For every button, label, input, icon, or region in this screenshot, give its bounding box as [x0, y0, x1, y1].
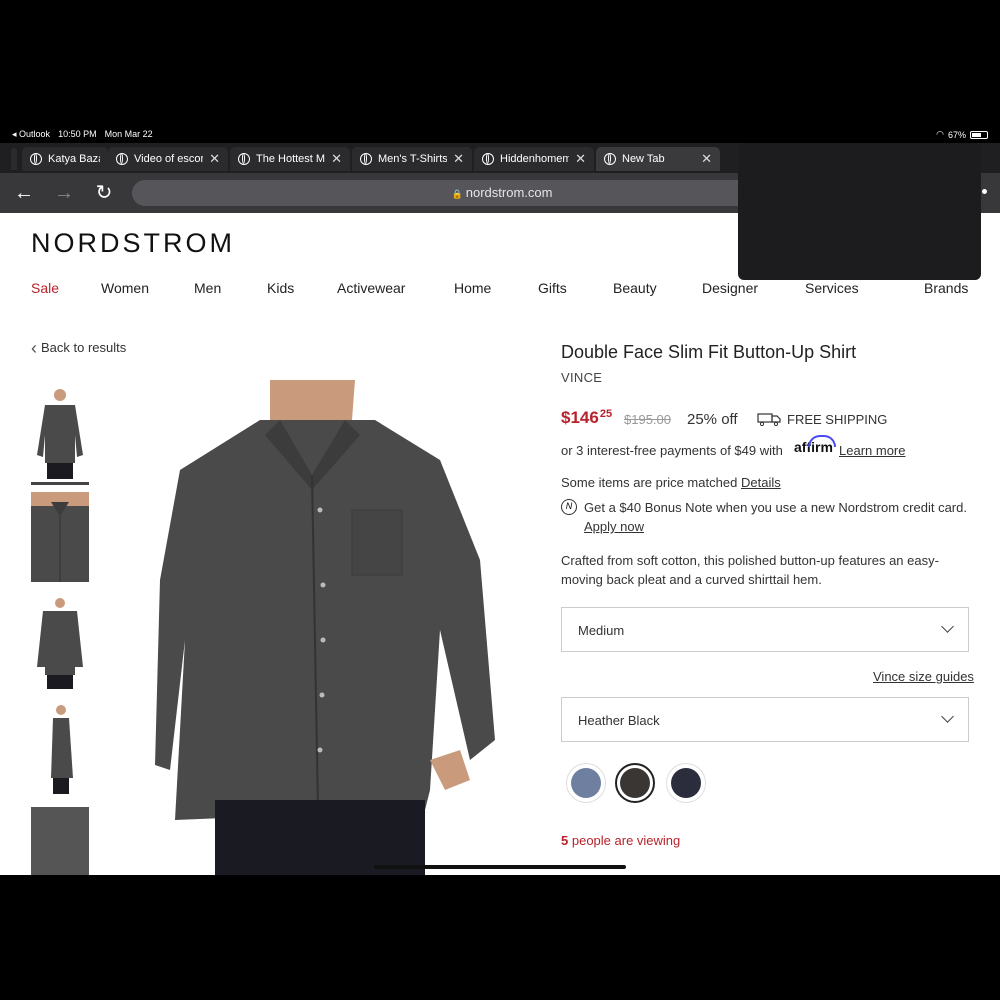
- status-bar: ◂ Outlook 10:50 PM Mon Mar 22 ◠ 67%: [0, 125, 1000, 143]
- site-nav: Sale Women Men Kids Activewear Home Gift…: [0, 280, 1000, 300]
- shirt-image: [51, 705, 73, 794]
- product-title: Double Face Slim Fit Button-Up Shirt: [561, 342, 857, 362]
- product-thumbnail[interactable]: [31, 595, 89, 690]
- more-menu-icon[interactable]: [982, 189, 987, 194]
- dark-overlay-panel: [738, 143, 981, 280]
- close-tab-icon[interactable]: ✕: [331, 151, 342, 167]
- shirt-image: [140, 380, 510, 875]
- status-time: 10:50 PM: [58, 129, 97, 139]
- globe-icon: [482, 153, 494, 165]
- globe-icon: [238, 153, 250, 165]
- apply-now-link[interactable]: Apply now: [584, 519, 644, 534]
- nav-brands[interactable]: Brands: [924, 280, 968, 296]
- lock-icon: 🔒: [451, 189, 463, 199]
- product-thumbnail[interactable]: [31, 807, 89, 875]
- discount-badge: 25% off: [687, 411, 738, 428]
- nav-women[interactable]: Women: [101, 280, 149, 296]
- product-brand[interactable]: VINCE: [561, 370, 602, 385]
- nav-men[interactable]: Men: [194, 280, 221, 296]
- close-tab-icon[interactable]: ✕: [453, 151, 464, 167]
- browser-tab[interactable]: Hiddenhomem ✕: [474, 147, 594, 171]
- globe-icon: [360, 153, 372, 165]
- bonus-note-text: Get a $40 Bonus Note when you use a new …: [584, 500, 967, 515]
- back-arrow-icon[interactable]: ←: [12, 181, 36, 205]
- tab-edge: [11, 148, 17, 170]
- product-thumbnail[interactable]: [31, 385, 89, 480]
- globe-icon: [604, 153, 616, 165]
- browser-tab-active[interactable]: New Tab ✕: [596, 147, 720, 171]
- reload-icon[interactable]: ↻: [92, 181, 116, 205]
- site-logo[interactable]: NORDSTROM: [31, 228, 235, 259]
- size-guide-link[interactable]: Vince size guides: [873, 669, 974, 684]
- affirm-logo: affirm: [794, 435, 836, 455]
- free-shipping-label: FREE SHIPPING: [787, 412, 888, 427]
- truck-icon: [757, 413, 781, 426]
- battery-icon: [970, 130, 988, 139]
- nav-designer[interactable]: Designer: [702, 280, 758, 296]
- details-link[interactable]: Details: [741, 475, 781, 490]
- globe-icon: [30, 153, 42, 165]
- color-swatch-heather-black[interactable]: [615, 763, 655, 803]
- product-thumbnail[interactable]: [31, 492, 89, 582]
- battery-percent: 67%: [947, 129, 966, 140]
- learn-more-link[interactable]: Learn more: [839, 443, 905, 458]
- chevron-down-icon: [941, 710, 954, 723]
- nav-activewear[interactable]: Activewear: [337, 280, 405, 296]
- viewers-notice: 5 people are viewing: [561, 833, 681, 848]
- chevron-left-icon: ‹: [31, 338, 37, 358]
- color-select[interactable]: Heather Black: [561, 697, 969, 742]
- back-to-app-link[interactable]: ◂ Outlook: [12, 129, 50, 140]
- nav-sale[interactable]: Sale: [31, 280, 59, 296]
- shirt-image: [37, 389, 83, 479]
- home-indicator[interactable]: [374, 865, 626, 869]
- product-thumbnail[interactable]: [31, 702, 89, 794]
- status-date: Mon Mar 22: [104, 129, 153, 139]
- size-select[interactable]: Medium: [561, 607, 969, 652]
- chevron-down-icon: [941, 620, 954, 633]
- product-main-image[interactable]: [140, 380, 510, 875]
- browser-tab[interactable]: The Hottest Me ✕: [230, 147, 350, 171]
- globe-icon: [116, 153, 128, 165]
- price-match-text: Some items are price matched: [561, 475, 738, 490]
- shirt-image: [37, 598, 83, 689]
- browser-tab[interactable]: Katya Baza: [22, 147, 108, 171]
- color-swatch-navy[interactable]: [666, 763, 706, 803]
- nav-beauty[interactable]: Beauty: [613, 280, 657, 296]
- nav-gifts[interactable]: Gifts: [538, 280, 567, 296]
- sale-price: $14625: [561, 408, 613, 427]
- thumbnail-selected-indicator: [31, 482, 89, 485]
- shirt-image: [31, 492, 89, 582]
- close-tab-icon[interactable]: ✕: [701, 151, 712, 167]
- product-description: Crafted from soft cotton, this polished …: [561, 553, 939, 587]
- close-tab-icon[interactable]: ✕: [209, 151, 220, 167]
- original-price: $195.00: [624, 412, 671, 427]
- browser-tab[interactable]: Video of escort ✕: [108, 147, 228, 171]
- forward-arrow-icon[interactable]: →: [52, 181, 76, 205]
- nav-services[interactable]: Services: [805, 280, 859, 296]
- nordstrom-note-icon: N: [561, 499, 577, 515]
- back-to-results-link[interactable]: ‹ Back to results: [31, 338, 126, 359]
- browser-tab[interactable]: Men's T-Shirts ✕: [352, 147, 472, 171]
- close-tab-icon[interactable]: ✕: [575, 151, 586, 167]
- wifi-icon: ◠: [936, 129, 944, 139]
- nav-home[interactable]: Home: [454, 280, 491, 296]
- installments-text: or 3 interest-free payments of $49 with: [561, 443, 783, 458]
- device-screen: ◂ Outlook 10:50 PM Mon Mar 22 ◠ 67% Katy…: [0, 125, 1000, 875]
- nav-kids[interactable]: Kids: [267, 280, 294, 296]
- color-swatch-blue[interactable]: [566, 763, 606, 803]
